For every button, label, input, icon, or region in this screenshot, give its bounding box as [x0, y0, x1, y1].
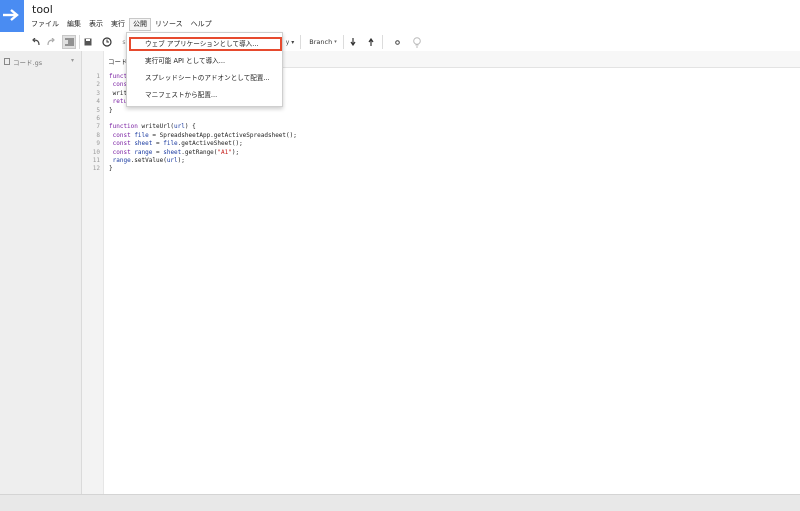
file-name: コード.gs [13, 58, 43, 67]
menu-help[interactable]: ヘルプ [187, 18, 216, 31]
menu-edit[interactable]: 編集 [63, 18, 85, 31]
menu-bar: ファイル 編集 表示 実行 公開 リソース ヘルプ [27, 18, 216, 33]
file-item-code[interactable]: コード.gs ▾ [4, 56, 78, 67]
branch-dropdown[interactable]: Branch ▾ [305, 35, 341, 49]
toolbar-separator [79, 35, 80, 49]
toolbar-separator [343, 35, 344, 49]
arrow-up-icon[interactable] [366, 35, 376, 49]
menu-item-deploy-addon[interactable]: スプレッドシートのアドオンとして配置... [145, 73, 270, 84]
menu-run[interactable]: 実行 [107, 18, 129, 31]
publish-dropdown-menu: ウェブ アプリケーションとして導入... 実行可能 API として導入... ス… [126, 32, 283, 107]
indent-icon[interactable] [62, 35, 76, 49]
line-numbers: 1 2 3 4 5 6 7 8 9 10 11 12 [92, 73, 100, 173]
menu-item-deploy-web-app[interactable]: ウェブ アプリケーションとして導入... [145, 39, 259, 50]
chevron-down-icon[interactable]: ▾ [71, 57, 74, 64]
toolbar-separator [300, 35, 301, 49]
toolbar-separator [382, 35, 383, 49]
menu-item-deploy-api[interactable]: 実行可能 API として導入... [145, 56, 225, 67]
menu-file[interactable]: ファイル [27, 18, 63, 31]
status-bar [0, 494, 800, 511]
lightbulb-icon[interactable] [411, 35, 423, 49]
chevron-down-icon: ▾ [334, 39, 337, 45]
function-select-partial[interactable]: y ▾ [285, 35, 295, 49]
circle-icon[interactable] [392, 35, 402, 49]
branch-label: Branch [309, 38, 333, 46]
save-icon[interactable] [83, 35, 93, 49]
script-editor-window: tool ファイル 編集 表示 実行 公開 リソース ヘルプ s y ▾ Bra… [0, 0, 800, 511]
undo-icon[interactable] [31, 35, 41, 49]
menu-view[interactable]: 表示 [85, 18, 107, 31]
menu-resources[interactable]: リソース [151, 18, 187, 31]
project-title[interactable]: tool [32, 3, 53, 16]
menu-item-deploy-manifest[interactable]: マニフェストから配置... [145, 90, 217, 101]
document-icon [4, 58, 10, 65]
apps-script-logo[interactable] [0, 0, 24, 32]
menu-publish[interactable]: 公開 [129, 18, 151, 31]
file-sidebar: コード.gs ▾ [0, 51, 82, 494]
triggers-icon[interactable] [101, 35, 113, 49]
redo-icon[interactable] [45, 35, 55, 49]
arrow-down-icon[interactable] [348, 35, 358, 49]
